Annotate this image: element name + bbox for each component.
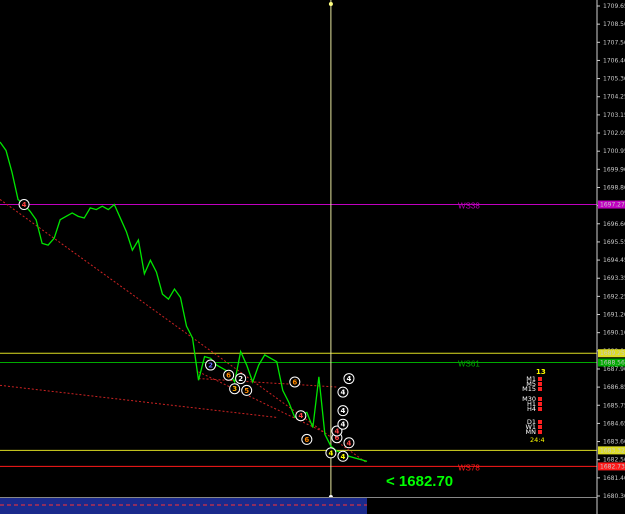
- signal-marker-label: 4: [340, 389, 345, 397]
- timeframe-signal-box: [538, 407, 542, 411]
- timeframe-signal-box: [538, 430, 542, 434]
- signal-marker-label: 4: [298, 412, 303, 420]
- price-tick-label: 1696.60: [603, 221, 625, 228]
- axis-price-tag-text: 1683.32: [600, 447, 625, 454]
- crosshair-handle-top[interactable]: [328, 2, 333, 6]
- price-tick-label: 1687.90: [603, 366, 625, 373]
- signal-marker-label: 4: [340, 421, 345, 429]
- signal-marker-label: 2: [208, 362, 213, 370]
- signal-marker-label: 2: [238, 375, 243, 383]
- timeframe-signal-box: [538, 397, 542, 401]
- level-name-label: WS78: [458, 463, 480, 472]
- price-tick-label: 1702.05: [603, 130, 625, 137]
- signal-marker-label: 4: [334, 427, 339, 435]
- price-tick-label: 1690.10: [603, 330, 625, 337]
- timeframe-signal-box: [538, 425, 542, 429]
- price-tick-label: 1706.40: [603, 57, 625, 64]
- current-price-label: < 1682.70: [386, 473, 453, 490]
- signal-marker-label: 4: [340, 407, 345, 415]
- signal-marker-label: 4: [22, 201, 27, 209]
- candle-timer: 24:4: [530, 436, 545, 444]
- price-tick-label: 1704.25: [603, 94, 625, 101]
- axis-price-tag-text: 1682.73: [600, 463, 625, 470]
- price-tick-label: 1708.50: [603, 21, 625, 28]
- price-tick-label: 1693.35: [603, 275, 625, 282]
- signal-marker-label: 5: [244, 387, 249, 395]
- timeframe-label: MN: [526, 428, 537, 436]
- signal-marker-label: 6: [292, 378, 297, 386]
- price-tick-label: 1691.20: [603, 312, 625, 319]
- level-name-label: WS38: [458, 202, 480, 211]
- price-tick-label: 1683.60: [603, 439, 625, 446]
- price-tick-label: 1692.25: [603, 293, 625, 300]
- price-tick-label: 1703.15: [603, 112, 625, 119]
- signal-marker-label: 6: [226, 372, 231, 380]
- price-tick-label: 1685.75: [603, 402, 625, 409]
- timeframe-signal-box: [538, 387, 542, 391]
- axis-price-tag-text: 1688.56: [600, 360, 625, 367]
- axis-price-tag-text: 1689.25: [600, 350, 625, 357]
- timeframe-label: H4: [527, 405, 536, 413]
- signal-marker-label: 6: [304, 436, 309, 444]
- price-tick-label: 1705.30: [603, 76, 625, 83]
- price-tick-label: 1681.40: [603, 475, 625, 482]
- price-tick-label: 1699.90: [603, 166, 625, 173]
- timeframe-signal-box: [538, 377, 542, 381]
- price-tick-label: 1695.55: [603, 239, 625, 246]
- price-tick-label: 1694.45: [603, 257, 625, 264]
- indicator-top-border: [0, 497, 597, 498]
- timeframe-label: M15: [522, 385, 536, 393]
- price-tick-label: 1680.30: [603, 493, 625, 500]
- price-tick-label: 1707.50: [603, 39, 625, 46]
- signal-marker-label: 4: [328, 449, 333, 457]
- price-tick-label: 1700.95: [603, 148, 625, 155]
- timeframe-signal-box: [538, 402, 542, 406]
- signal-marker-label: 4: [340, 453, 345, 461]
- timeframe-signal-box: [538, 382, 542, 386]
- signal-marker-label: 3: [232, 385, 237, 393]
- signal-marker-label: 4: [347, 439, 352, 447]
- timeframe-signal-box: [538, 420, 542, 424]
- axis-price-tag-text: 1697.27: [600, 202, 625, 209]
- level-name-label: WS61: [458, 360, 480, 369]
- price-tick-label: 1709.65: [603, 3, 625, 10]
- price-chart[interactable]: 426325646464444444 1709.651708.501707.50…: [0, 0, 625, 514]
- timeframe-count: 13: [536, 368, 546, 376]
- price-tick-label: 1686.85: [603, 384, 625, 391]
- price-tick-label: 1684.65: [603, 420, 625, 427]
- signal-marker-label: 4: [347, 375, 352, 383]
- price-tick-label: 1698.80: [603, 184, 625, 191]
